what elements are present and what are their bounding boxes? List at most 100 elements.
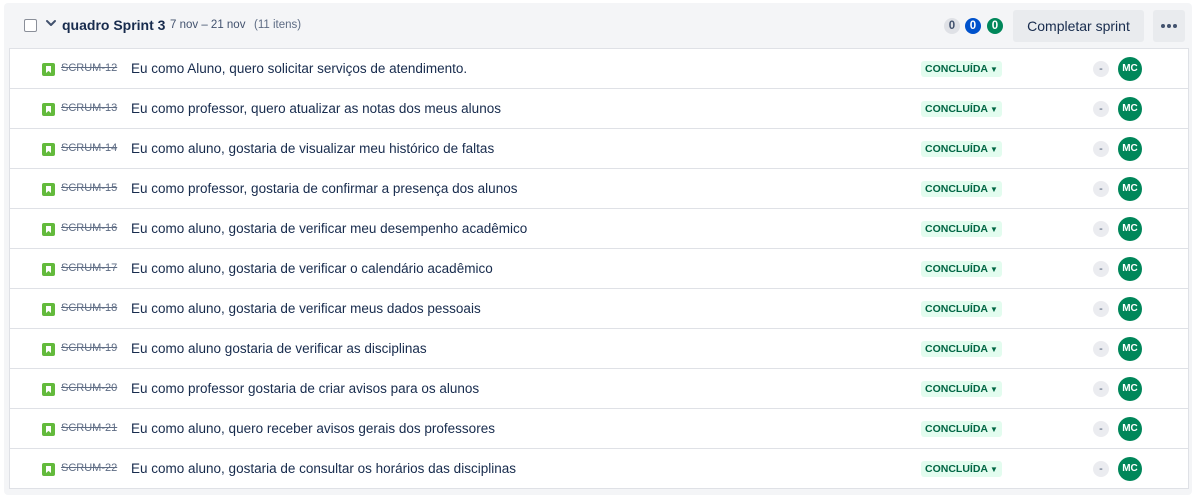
- issue-summary[interactable]: Eu como aluno, quero receber avisos gera…: [131, 421, 495, 436]
- issue-key[interactable]: SCRUM-21: [61, 422, 117, 434]
- assignee-avatar[interactable]: MC: [1118, 337, 1142, 361]
- story-icon: [42, 263, 55, 276]
- sprint-dates: 7 nov – 21 nov: [170, 19, 246, 31]
- status-label: CONCLUÍDA: [925, 63, 988, 75]
- assignee-avatar[interactable]: MC: [1118, 457, 1142, 481]
- status-dropdown[interactable]: CONCLUÍDA ▼: [921, 341, 1002, 357]
- story-points-estimate[interactable]: -: [1093, 261, 1109, 277]
- story-icon: [42, 303, 55, 316]
- story-points-estimate[interactable]: -: [1093, 461, 1109, 477]
- issue-list: SCRUM-12 Eu como Aluno, quero solicitar …: [9, 48, 1189, 489]
- status-dropdown[interactable]: CONCLUÍDA ▼: [921, 101, 1002, 117]
- issue-summary[interactable]: Eu como aluno, gostaria de verificar meu…: [131, 301, 481, 316]
- issue-row[interactable]: SCRUM-16 Eu como aluno, gostaria de veri…: [10, 209, 1188, 249]
- complete-sprint-button[interactable]: Completar sprint: [1013, 10, 1144, 42]
- issue-row[interactable]: SCRUM-15 Eu como professor, gostaria de …: [10, 169, 1188, 209]
- story-icon: [42, 183, 55, 196]
- story-points-estimate[interactable]: -: [1093, 381, 1109, 397]
- issue-row[interactable]: SCRUM-19 Eu como aluno gostaria de verif…: [10, 329, 1188, 369]
- sprint-container: quadro Sprint 3 7 nov – 21 nov (11 itens…: [4, 3, 1192, 495]
- assignee-avatar[interactable]: MC: [1118, 257, 1142, 281]
- story-icon: [42, 423, 55, 436]
- issue-summary[interactable]: Eu como aluno, gostaria de consultar os …: [131, 461, 516, 476]
- assignee-avatar[interactable]: MC: [1118, 417, 1142, 441]
- issue-summary[interactable]: Eu como professor, quero atualizar as no…: [131, 101, 501, 116]
- story-icon: [42, 223, 55, 236]
- chevron-down-icon: ▼: [990, 105, 998, 114]
- more-horizontal-icon[interactable]: [1153, 10, 1185, 42]
- status-dropdown[interactable]: CONCLUÍDA ▼: [921, 221, 1002, 237]
- story-icon: [42, 103, 55, 116]
- sprint-checkbox[interactable]: [24, 19, 37, 32]
- issue-summary[interactable]: Eu como aluno, gostaria de verificar o c…: [131, 261, 493, 276]
- assignee-avatar[interactable]: MC: [1118, 137, 1142, 161]
- issue-key[interactable]: SCRUM-18: [61, 302, 117, 314]
- status-label: CONCLUÍDA: [925, 343, 988, 355]
- sprint-title: quadro Sprint 3: [62, 17, 166, 33]
- status-label: CONCLUÍDA: [925, 383, 988, 395]
- story-points-estimate[interactable]: -: [1093, 101, 1109, 117]
- story-icon: [42, 463, 55, 476]
- assignee-avatar[interactable]: MC: [1118, 57, 1142, 81]
- status-dropdown[interactable]: CONCLUÍDA ▼: [921, 301, 1002, 317]
- issue-summary[interactable]: Eu como professor, gostaria de confirmar…: [131, 181, 517, 196]
- issue-key[interactable]: SCRUM-22: [61, 462, 117, 474]
- issue-summary[interactable]: Eu como professor gostaria de criar avis…: [131, 381, 479, 396]
- status-label: CONCLUÍDA: [925, 223, 988, 235]
- assignee-avatar[interactable]: MC: [1118, 377, 1142, 401]
- story-points-estimate[interactable]: -: [1093, 221, 1109, 237]
- issue-summary[interactable]: Eu como aluno, gostaria de visualizar me…: [131, 141, 494, 156]
- issue-key[interactable]: SCRUM-13: [61, 102, 117, 114]
- issue-row[interactable]: SCRUM-12 Eu como Aluno, quero solicitar …: [10, 49, 1188, 89]
- status-dropdown[interactable]: CONCLUÍDA ▼: [921, 461, 1002, 477]
- issue-summary[interactable]: Eu como aluno gostaria de verificar as d…: [131, 341, 427, 356]
- issue-key[interactable]: SCRUM-12: [61, 62, 117, 74]
- assignee-avatar[interactable]: MC: [1118, 177, 1142, 201]
- issue-row[interactable]: SCRUM-22 Eu como aluno, gostaria de cons…: [10, 449, 1188, 488]
- chevron-down-icon: ▼: [990, 465, 998, 474]
- status-dropdown[interactable]: CONCLUÍDA ▼: [921, 261, 1002, 277]
- issue-key[interactable]: SCRUM-20: [61, 382, 117, 394]
- issue-row[interactable]: SCRUM-17 Eu como aluno, gostaria de veri…: [10, 249, 1188, 289]
- story-points-estimate[interactable]: -: [1093, 421, 1109, 437]
- chevron-down-icon: ▼: [990, 305, 998, 314]
- chevron-down-icon: ▼: [990, 145, 998, 154]
- sprint-issue-count: (11 itens): [254, 19, 302, 31]
- assignee-avatar[interactable]: MC: [1118, 297, 1142, 321]
- done-count-badge: 0: [987, 18, 1003, 34]
- issue-key[interactable]: SCRUM-17: [61, 262, 117, 274]
- assignee-avatar[interactable]: MC: [1118, 97, 1142, 121]
- status-label: CONCLUÍDA: [925, 263, 988, 275]
- issue-key[interactable]: SCRUM-19: [61, 342, 117, 354]
- todo-count-badge: 0: [944, 18, 960, 34]
- issue-row[interactable]: SCRUM-13 Eu como professor, quero atuali…: [10, 89, 1188, 129]
- issue-row[interactable]: SCRUM-20 Eu como professor gostaria de c…: [10, 369, 1188, 409]
- status-dropdown[interactable]: CONCLUÍDA ▼: [921, 421, 1002, 437]
- chevron-down-icon: ▼: [990, 265, 998, 274]
- assignee-avatar[interactable]: MC: [1118, 217, 1142, 241]
- story-points-estimate[interactable]: -: [1093, 141, 1109, 157]
- chevron-down-icon: ▼: [990, 65, 998, 74]
- issue-row[interactable]: SCRUM-18 Eu como aluno, gostaria de veri…: [10, 289, 1188, 329]
- story-points-estimate[interactable]: -: [1093, 61, 1109, 77]
- story-points-estimate[interactable]: -: [1093, 301, 1109, 317]
- status-dropdown[interactable]: CONCLUÍDA ▼: [921, 61, 1002, 77]
- status-dropdown[interactable]: CONCLUÍDA ▼: [921, 181, 1002, 197]
- issue-row[interactable]: SCRUM-21 Eu como aluno, quero receber av…: [10, 409, 1188, 449]
- issue-summary[interactable]: Eu como Aluno, quero solicitar serviços …: [131, 61, 467, 76]
- issue-summary[interactable]: Eu como aluno, gostaria de verificar meu…: [131, 221, 527, 236]
- issue-key[interactable]: SCRUM-15: [61, 182, 117, 194]
- status-label: CONCLUÍDA: [925, 303, 988, 315]
- sprint-header[interactable]: quadro Sprint 3 7 nov – 21 nov (11 itens…: [4, 3, 1192, 47]
- status-label: CONCLUÍDA: [925, 183, 988, 195]
- status-dropdown[interactable]: CONCLUÍDA ▼: [921, 381, 1002, 397]
- issue-row[interactable]: SCRUM-14 Eu como aluno, gostaria de visu…: [10, 129, 1188, 169]
- story-icon: [42, 383, 55, 396]
- issue-key[interactable]: SCRUM-16: [61, 222, 117, 234]
- story-points-estimate[interactable]: -: [1093, 341, 1109, 357]
- chevron-down-icon[interactable]: [44, 16, 58, 30]
- status-dropdown[interactable]: CONCLUÍDA ▼: [921, 141, 1002, 157]
- story-points-estimate[interactable]: -: [1093, 181, 1109, 197]
- issue-key[interactable]: SCRUM-14: [61, 142, 117, 154]
- story-icon: [42, 143, 55, 156]
